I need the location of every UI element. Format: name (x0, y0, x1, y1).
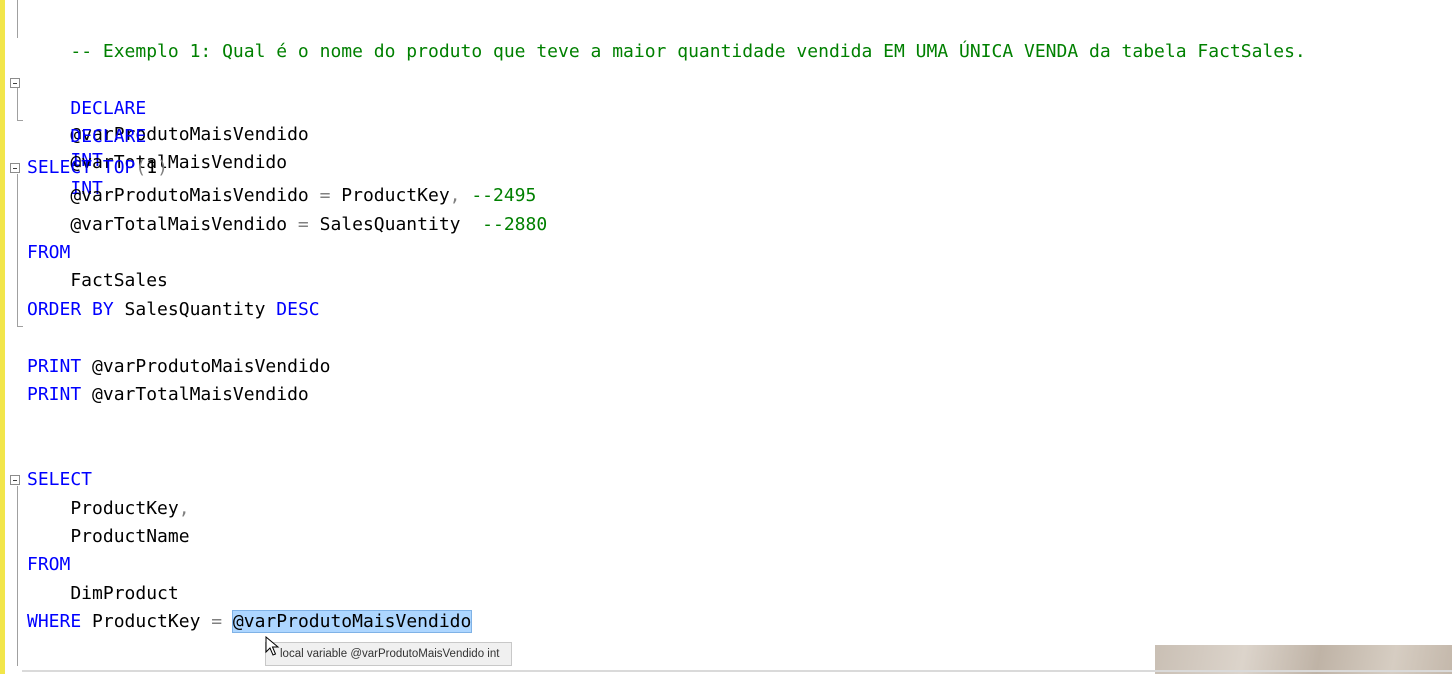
operator-equals: = (308, 185, 342, 206)
column-productkey: ProductKey (92, 611, 201, 632)
code-line-assign-produto[interactable]: @varProdutoMaisVendido = ProductKey, --2… (27, 183, 536, 209)
code-line-comment[interactable]: -- Exemplo 1: Qual é o nome do produto q… (27, 13, 1305, 62)
collapse-select-icon[interactable] (10, 475, 20, 485)
keyword-top: TOP (102, 157, 136, 178)
comment-2495: --2495 (460, 185, 537, 206)
keyword-print: PRINT (27, 384, 82, 405)
change-tracking-margin (0, 0, 5, 674)
comment-2880: --2880 (460, 214, 548, 235)
variable-total: @varTotalMaisVendido (27, 214, 288, 235)
operator-equals: = (287, 214, 320, 235)
column-productkey: ProductKey (27, 498, 179, 519)
code-line-productkey[interactable]: ProductKey, (27, 496, 190, 522)
code-line-print-total[interactable]: PRINT @varTotalMaisVendido (27, 382, 309, 408)
collapse-select-top-icon[interactable] (10, 163, 20, 173)
code-line-from[interactable]: FROM (27, 552, 70, 578)
table-dimproduct: DimProduct (27, 583, 179, 604)
outline-guide (17, 174, 18, 326)
keyword-declare: DECLARE (70, 126, 147, 147)
outline-guide-end (17, 120, 23, 121)
intellisense-tooltip: local variable @varProdutoMaisVendido in… (265, 642, 513, 666)
selected-variable[interactable]: @varProdutoMaisVendido (231, 610, 473, 633)
comment-text: -- Exemplo 1: Qual é o nome do produto q… (70, 41, 1306, 62)
code-line-order-by[interactable]: ORDER BY SalesQuantity DESC (27, 297, 320, 323)
keyword-select: SELECT (27, 469, 93, 490)
sql-code-editor[interactable]: -- Exemplo 1: Qual é o nome do produto q… (0, 0, 1452, 674)
outline-guide (17, 486, 18, 666)
mouse-cursor-icon (265, 636, 280, 656)
operator-equals: = (200, 611, 233, 632)
code-line-declare-total[interactable]: DECLARE @varTotalMaisVendido INT (27, 98, 287, 199)
code-line-print-produto[interactable]: PRINT @varProdutoMaisVendido (27, 354, 330, 380)
keyword-print: PRINT (27, 356, 82, 377)
column-salesquantity: SalesQuantity (124, 299, 266, 320)
code-line-productname[interactable]: ProductName (27, 524, 190, 550)
code-line-select-top[interactable]: SELECT TOP(1) (27, 155, 168, 181)
outline-guide-end (17, 326, 23, 327)
table-factsales: FactSales (27, 270, 168, 291)
variable-produto: @varProdutoMaisVendido (27, 185, 309, 206)
keyword-select: SELECT (27, 157, 93, 178)
column-salesquantity: SalesQuantity (319, 214, 461, 235)
top-value: 1 (146, 157, 158, 178)
code-line-where[interactable]: WHERE ProductKey = @varProdutoMaisVendid… (27, 609, 473, 635)
code-line-from[interactable]: FROM (27, 240, 70, 266)
code-line-select[interactable]: SELECT (27, 467, 92, 493)
keyword-from: FROM (27, 554, 71, 575)
code-line-dimproduct[interactable]: DimProduct (27, 581, 179, 607)
keyword-desc: DESC (276, 299, 320, 320)
variable-total: @varTotalMaisVendido (92, 384, 309, 405)
column-productkey: ProductKey (341, 185, 450, 206)
outline-guide (17, 0, 18, 38)
keyword-where: WHERE (27, 611, 82, 632)
code-line-factsales[interactable]: FactSales (27, 268, 168, 294)
outline-guide (17, 88, 18, 120)
code-line-declare-produto[interactable]: DECLARE @varProdutoMaisVendido INT (27, 70, 308, 171)
collapse-declare-icon[interactable] (10, 78, 20, 88)
variable-produto: @varProdutoMaisVendido (92, 356, 331, 377)
editor-bottom-border (22, 670, 1452, 672)
tooltip-text: local variable @varProdutoMaisVendido in… (280, 648, 500, 660)
column-productname: ProductName (27, 526, 190, 547)
paren-close: ) (157, 157, 168, 178)
keyword-from: FROM (27, 242, 71, 263)
paren-open: ( (135, 157, 147, 178)
keyword-order-by: ORDER BY (27, 299, 114, 320)
comma: , (178, 498, 190, 519)
comma: , (449, 185, 461, 206)
code-line-assign-total[interactable]: @varTotalMaisVendido = SalesQuantity --2… (27, 212, 547, 238)
